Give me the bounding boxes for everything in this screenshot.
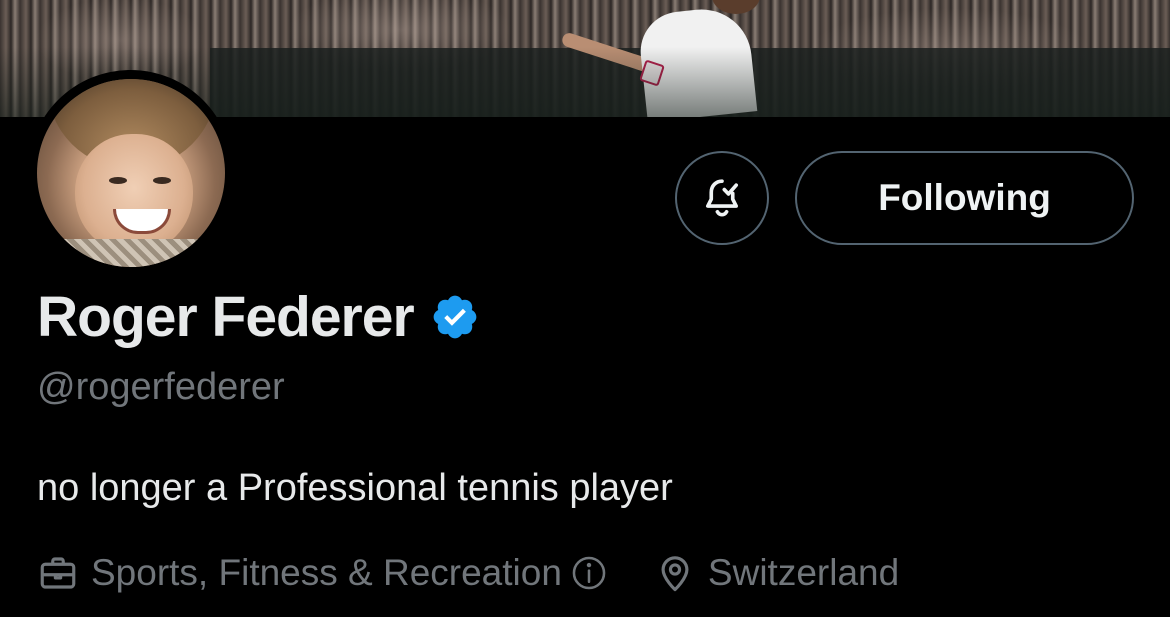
following-button[interactable]: Following — [795, 151, 1134, 245]
location-item: Switzerland — [654, 552, 899, 594]
location-pin-icon — [654, 552, 696, 594]
banner-court-wall — [210, 48, 1170, 117]
category-item: Sports, Fitness & Recreation — [37, 552, 608, 594]
avatar-face — [74, 133, 193, 254]
profile-bio: no longer a Professional tennis player — [37, 467, 673, 509]
avatar-eye-left — [108, 176, 127, 184]
category-label: Sports, Fitness & Recreation — [91, 552, 562, 593]
location-label: Switzerland — [707, 552, 900, 593]
profile-handle: @rogerfederer — [37, 366, 285, 408]
info-icon[interactable] — [570, 554, 608, 592]
avatar[interactable] — [28, 70, 233, 275]
profile-page: Following Roger Federer @rogerfederer no… — [0, 0, 1170, 617]
banner-player-wristband — [639, 59, 665, 87]
banner-player-shirt — [636, 4, 758, 117]
notifications-button[interactable] — [675, 151, 769, 245]
display-name: Roger Federer — [37, 285, 415, 349]
avatar-collar — [56, 238, 207, 267]
profile-meta-row: Sports, Fitness & Recreation Switzerland — [37, 548, 899, 598]
briefcase-icon — [37, 552, 79, 594]
name-row: Roger Federer — [37, 282, 480, 352]
verified-badge-icon[interactable] — [430, 292, 480, 342]
avatar-eye-right — [152, 176, 171, 184]
bell-check-icon — [699, 175, 745, 221]
avatar-photo — [36, 78, 225, 267]
